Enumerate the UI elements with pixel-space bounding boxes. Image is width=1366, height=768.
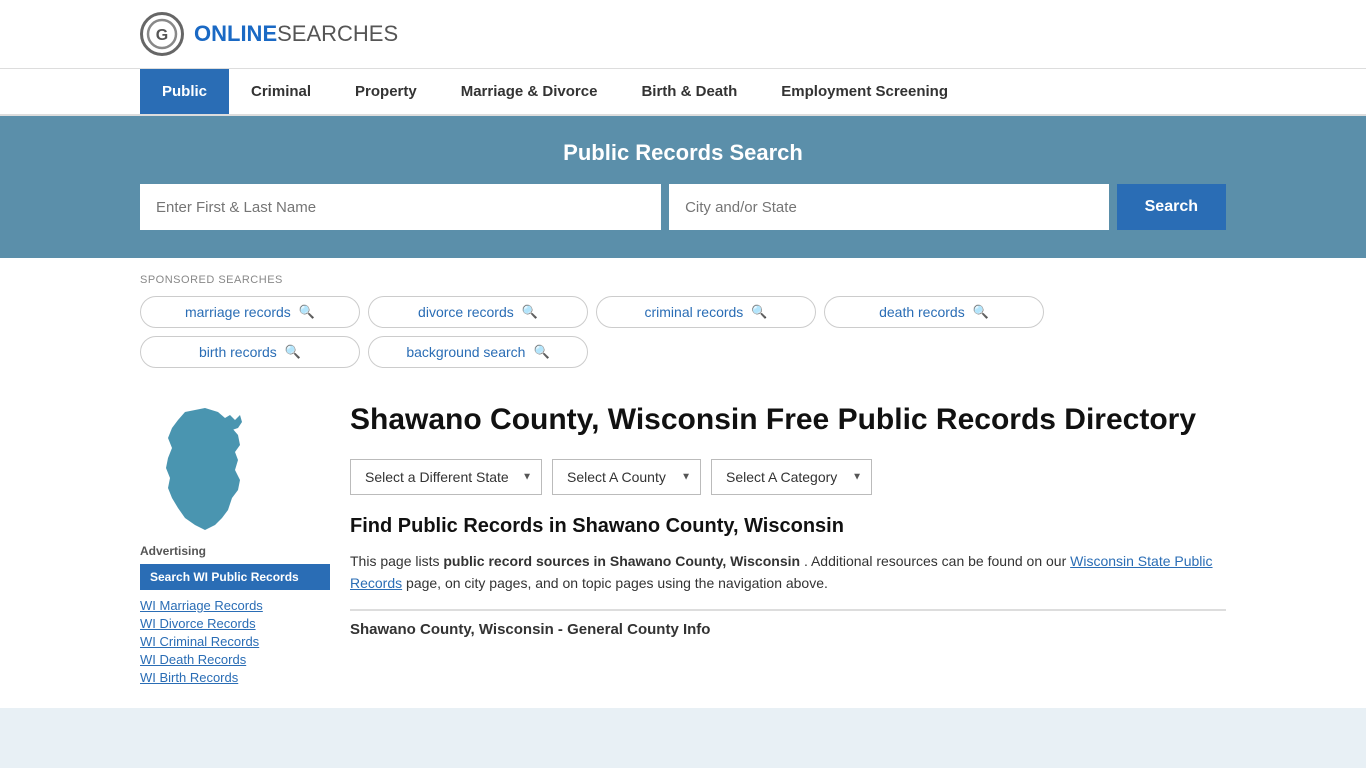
search-icon: 🔍 (285, 344, 301, 360)
tag-label: birth records (199, 344, 277, 360)
sidebar-link-divorce[interactable]: WI Divorce Records (140, 616, 330, 631)
sponsored-label: SPONSORED SEARCHES (140, 274, 1226, 286)
nav-birth-death[interactable]: Birth & Death (619, 69, 759, 114)
tag-birth-records[interactable]: birth records 🔍 (140, 336, 360, 368)
sidebar-links: WI Marriage Records WI Divorce Records W… (140, 598, 330, 685)
search-icon: 🔍 (522, 304, 538, 320)
state-dropdown[interactable]: Select a Different State (350, 459, 542, 495)
tag-criminal-records[interactable]: criminal records 🔍 (596, 296, 816, 328)
tag-label: criminal records (645, 304, 744, 320)
county-info-header: Shawano County, Wisconsin - General Coun… (350, 609, 1226, 638)
sidebar-link-criminal[interactable]: WI Criminal Records (140, 634, 330, 649)
state-map (140, 400, 270, 530)
tag-divorce-records[interactable]: divorce records 🔍 (368, 296, 588, 328)
page-description: This page lists public record sources in… (350, 550, 1226, 595)
search-banner: Public Records Search Search (0, 116, 1366, 258)
nav-criminal[interactable]: Criminal (229, 69, 333, 114)
banner-title: Public Records Search (140, 140, 1226, 166)
search-icon: 🔍 (533, 344, 549, 360)
tag-label: marriage records (185, 304, 291, 320)
nav-property[interactable]: Property (333, 69, 439, 114)
tag-marriage-records[interactable]: marriage records 🔍 (140, 296, 360, 328)
category-dropdown[interactable]: Select A Category (711, 459, 872, 495)
nav-employment-screening[interactable]: Employment Screening (759, 69, 970, 114)
logo-icon: G (140, 12, 184, 56)
tag-background-search[interactable]: background search 🔍 (368, 336, 588, 368)
search-button[interactable]: Search (1117, 184, 1226, 230)
location-input[interactable] (669, 184, 1109, 230)
site-logo: ONLINESEARCHES (194, 21, 398, 47)
find-title: Find Public Records in Shawano County, W… (350, 515, 1226, 538)
search-icon: 🔍 (751, 304, 767, 320)
sponsored-tags: marriage records 🔍 divorce records 🔍 cri… (140, 296, 1226, 368)
sidebar-ad-button[interactable]: Search WI Public Records (140, 564, 330, 590)
search-form: Search (140, 184, 1226, 230)
tag-label: death records (879, 304, 965, 320)
category-dropdown-wrapper: Select A Category (711, 459, 872, 495)
main-nav: Public Criminal Property Marriage & Divo… (0, 69, 1366, 116)
tag-label: divorce records (418, 304, 514, 320)
county-dropdown[interactable]: Select A County (552, 459, 701, 495)
tag-label: background search (406, 344, 525, 360)
county-dropdown-wrapper: Select A County (552, 459, 701, 495)
sponsored-section: SPONSORED SEARCHES marriage records 🔍 di… (0, 258, 1366, 380)
svg-text:G: G (156, 27, 168, 44)
sidebar-link-birth[interactable]: WI Birth Records (140, 670, 330, 685)
sidebar-link-marriage[interactable]: WI Marriage Records (140, 598, 330, 613)
advertising-label: Advertising (140, 544, 330, 558)
state-dropdown-wrapper: Select a Different State (350, 459, 542, 495)
nav-marriage-divorce[interactable]: Marriage & Divorce (439, 69, 620, 114)
sidebar-link-death[interactable]: WI Death Records (140, 652, 330, 667)
dropdown-row: Select a Different State Select A County… (350, 459, 1226, 495)
sidebar: Advertising Search WI Public Records WI … (140, 400, 330, 688)
page-content: Shawano County, Wisconsin Free Public Re… (350, 400, 1226, 688)
search-icon: 🔍 (299, 304, 315, 320)
nav-public[interactable]: Public (140, 69, 229, 114)
page-title: Shawano County, Wisconsin Free Public Re… (350, 400, 1226, 439)
name-input[interactable] (140, 184, 661, 230)
site-header: G ONLINESEARCHES (0, 0, 1366, 69)
tag-death-records[interactable]: death records 🔍 (824, 296, 1044, 328)
main-content: Advertising Search WI Public Records WI … (0, 380, 1366, 708)
search-icon: 🔍 (973, 304, 989, 320)
